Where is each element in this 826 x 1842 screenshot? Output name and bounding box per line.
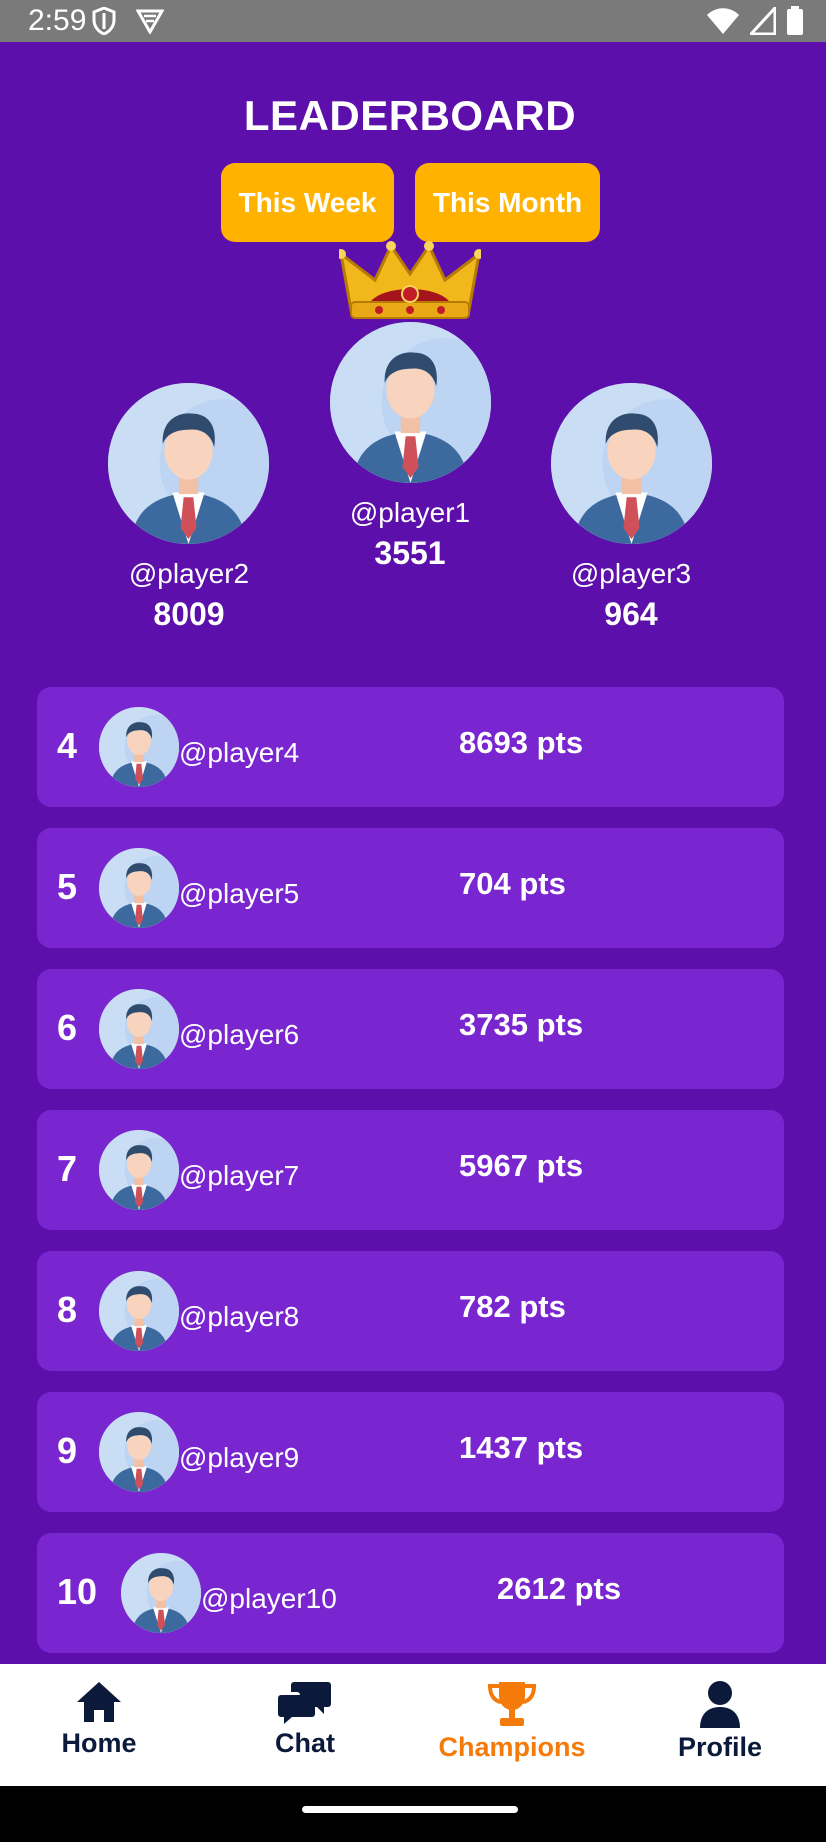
nav-chat-label: Chat (275, 1728, 335, 1758)
ranking-row[interactable]: 5 @player5 704 pts (37, 828, 784, 948)
player-handle: @player8 (179, 1301, 300, 1332)
chat-icon (278, 1682, 331, 1724)
shield-icon (92, 6, 116, 40)
gesture-bar (0, 1786, 826, 1842)
battery-icon (786, 6, 804, 41)
nav-champions[interactable]: Champions (432, 1664, 592, 1786)
nav-home-label: Home (61, 1728, 137, 1758)
wifi-icon (706, 7, 740, 40)
rank-number: 6 (57, 1007, 78, 1048)
podium-second-score: 8009 (153, 596, 225, 632)
nav-home[interactable]: Home (40, 1664, 158, 1786)
page-title: LEADERBOARD (243, 92, 577, 139)
this-week-button[interactable]: This Week (221, 163, 394, 242)
rank-number: 7 (57, 1148, 78, 1189)
ranking-row[interactable]: 6 @player6 3735 pts (37, 969, 784, 1089)
podium-second-avatar[interactable] (108, 383, 269, 544)
status-bar: 2:59 (0, 0, 826, 42)
avatar (121, 1553, 201, 1633)
this-month-button[interactable]: This Month (415, 163, 600, 242)
nav-profile[interactable]: Profile (660, 1664, 780, 1786)
avatar (99, 848, 179, 928)
rank-number: 9 (57, 1430, 78, 1471)
rank-number: 10 (57, 1571, 98, 1612)
profile-icon (700, 1681, 740, 1728)
vpn-icon (135, 8, 165, 39)
podium-first-score: 3551 (374, 535, 446, 571)
status-time: 2:59 (28, 4, 87, 37)
player-handle: @player5 (179, 878, 300, 909)
signal-icon (747, 4, 777, 40)
ranking-list[interactable]: 4 @player4 8693 pts 5 @player5 704 pts 6… (0, 687, 826, 1664)
player-points: 3735 pts (459, 1007, 584, 1042)
podium-third-handle: @player3 (570, 558, 692, 589)
player-points: 8693 pts (459, 725, 584, 760)
player-handle: @player4 (179, 737, 300, 768)
player-points: 704 pts (459, 866, 566, 901)
nav-profile-label: Profile (677, 1732, 763, 1762)
home-icon (77, 1682, 121, 1722)
crown-icon (339, 241, 481, 319)
status-icons (706, 4, 804, 41)
player-handle: @player6 (179, 1019, 300, 1050)
rank-number: 5 (57, 866, 78, 907)
player-points: 1437 pts (459, 1430, 584, 1465)
podium-third-score: 964 (604, 596, 658, 632)
podium-second-handle: @player2 (128, 558, 250, 589)
ranking-row[interactable]: 4 @player4 8693 pts (37, 687, 784, 807)
ranking-row[interactable]: 8 @player8 782 pts (37, 1251, 784, 1371)
ranking-row[interactable]: 9 @player9 1437 pts (37, 1392, 784, 1512)
podium-first-avatar[interactable] (330, 322, 491, 483)
rank-number: 4 (57, 725, 78, 766)
player-handle: @player7 (179, 1160, 300, 1191)
player-handle: @player10 (201, 1583, 337, 1614)
player-points: 5967 pts (459, 1148, 584, 1183)
avatar (99, 707, 179, 787)
ranking-row[interactable]: 7 @player7 5967 pts (37, 1110, 784, 1230)
avatar (99, 1412, 179, 1492)
avatar (99, 989, 179, 1069)
avatar (99, 1130, 179, 1210)
podium-third-avatar[interactable] (551, 383, 712, 544)
rank-number: 8 (57, 1289, 78, 1330)
gesture-handle[interactable] (302, 1806, 518, 1813)
nav-champions-label: Champions (438, 1732, 586, 1762)
player-handle: @player9 (179, 1442, 300, 1473)
player-points: 782 pts (459, 1289, 566, 1324)
bottom-nav: Home Chat Champions Profile (0, 1664, 826, 1786)
player-points: 2612 pts (497, 1571, 622, 1606)
nav-chat[interactable]: Chat (246, 1664, 364, 1786)
avatar (99, 1271, 179, 1351)
leaderboard-screen: LEADERBOARD This Week This Month @player… (0, 42, 826, 1664)
trophy-icon (487, 1682, 537, 1726)
podium-first-handle: @player1 (349, 497, 471, 528)
ranking-row[interactable]: 10 @player10 2612 pts (37, 1533, 784, 1653)
